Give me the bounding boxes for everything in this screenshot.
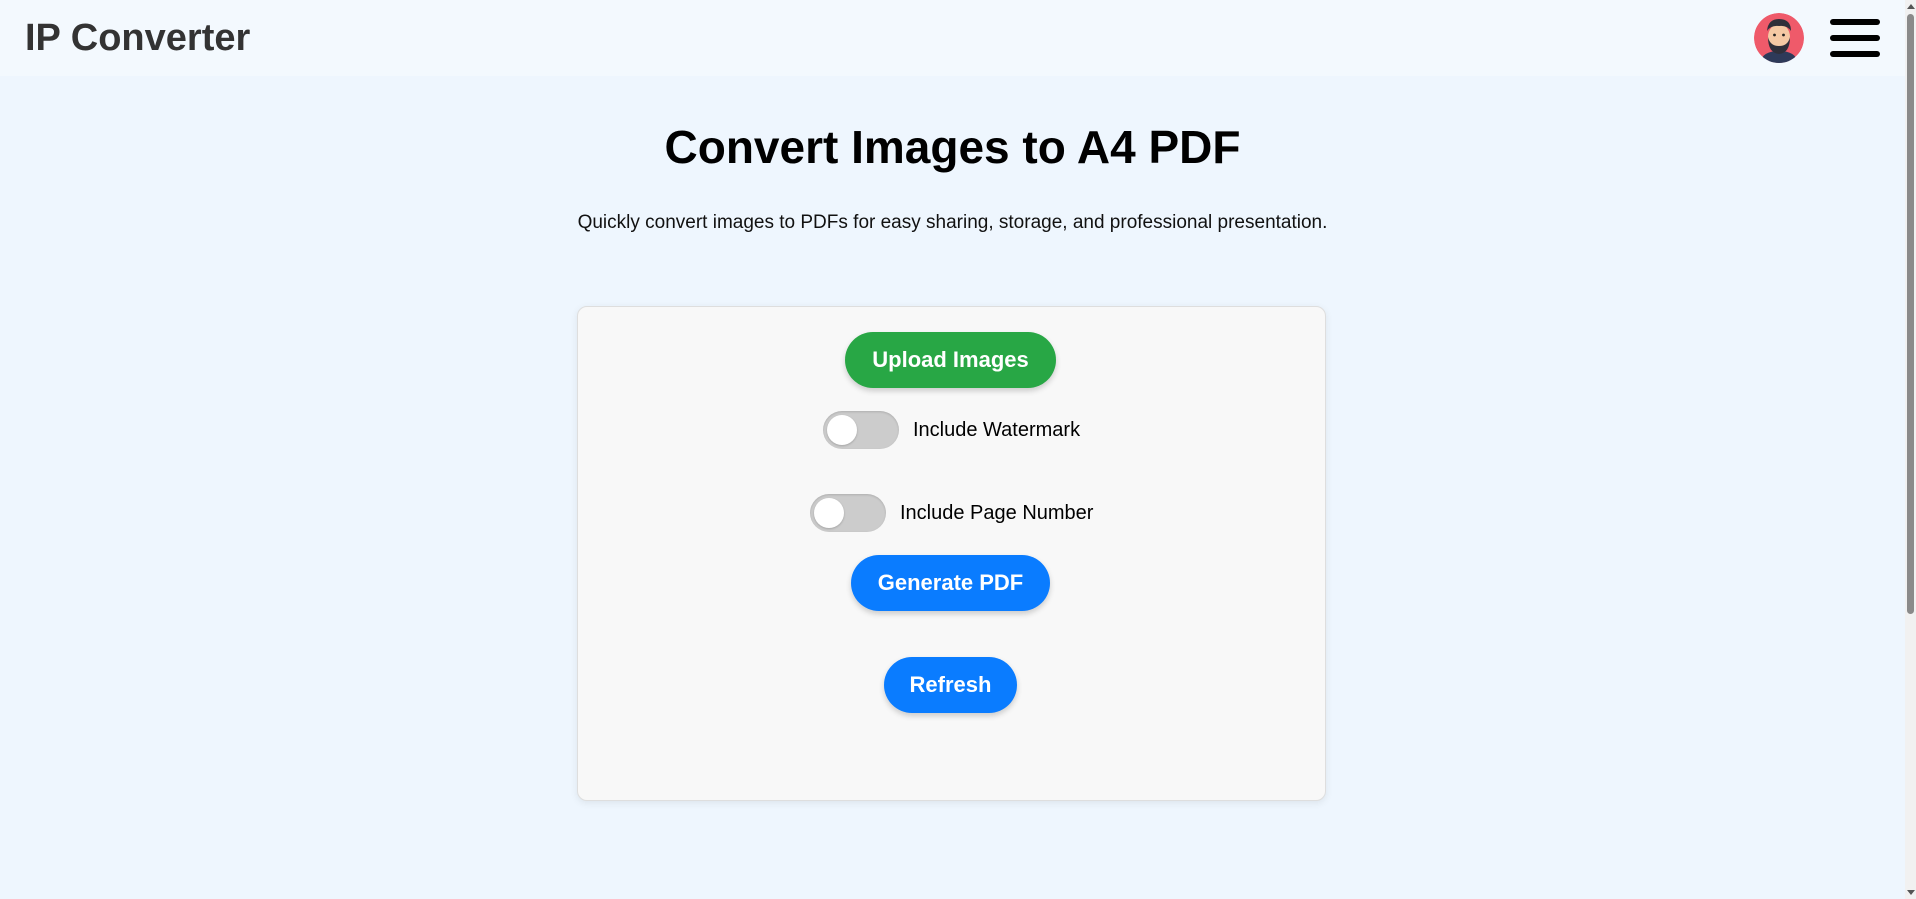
toggle-knob — [814, 498, 844, 528]
toggle-knob — [827, 415, 857, 445]
generate-pdf-button[interactable]: Generate PDF — [851, 555, 1050, 611]
brand-title[interactable]: IP Converter — [25, 17, 250, 60]
page-number-toggle-row: Include Page Number — [810, 494, 1093, 532]
converter-card: Upload Images Include Watermark Include … — [577, 306, 1326, 801]
scrollbar-thumb[interactable] — [1907, 14, 1914, 614]
header-actions — [1754, 13, 1880, 63]
scroll-down-arrow-icon[interactable] — [1907, 890, 1915, 895]
watermark-toggle-row: Include Watermark — [823, 411, 1080, 449]
page-subtitle: Quickly convert images to PDFs for easy … — [577, 212, 1328, 233]
scroll-up-arrow-icon[interactable] — [1907, 4, 1915, 9]
main-content: Convert Images to A4 PDF Quickly convert… — [0, 76, 1905, 801]
bearded-man-avatar-icon — [1754, 13, 1804, 63]
menu-bar — [1830, 51, 1880, 57]
menu-bar — [1830, 35, 1880, 41]
page-number-label: Include Page Number — [900, 501, 1094, 524]
watermark-label: Include Watermark — [913, 418, 1081, 441]
watermark-toggle[interactable] — [823, 411, 899, 449]
top-header: IP Converter — [0, 0, 1905, 76]
vertical-scrollbar[interactable] — [1905, 0, 1916, 899]
page-title: Convert Images to A4 PDF — [664, 121, 1241, 173]
page-number-toggle[interactable] — [810, 494, 886, 532]
user-avatar[interactable] — [1754, 13, 1804, 63]
menu-bar — [1830, 19, 1880, 25]
upload-images-button[interactable]: Upload Images — [845, 332, 1056, 388]
hamburger-menu-button[interactable] — [1830, 16, 1880, 60]
refresh-button[interactable]: Refresh — [884, 657, 1017, 713]
